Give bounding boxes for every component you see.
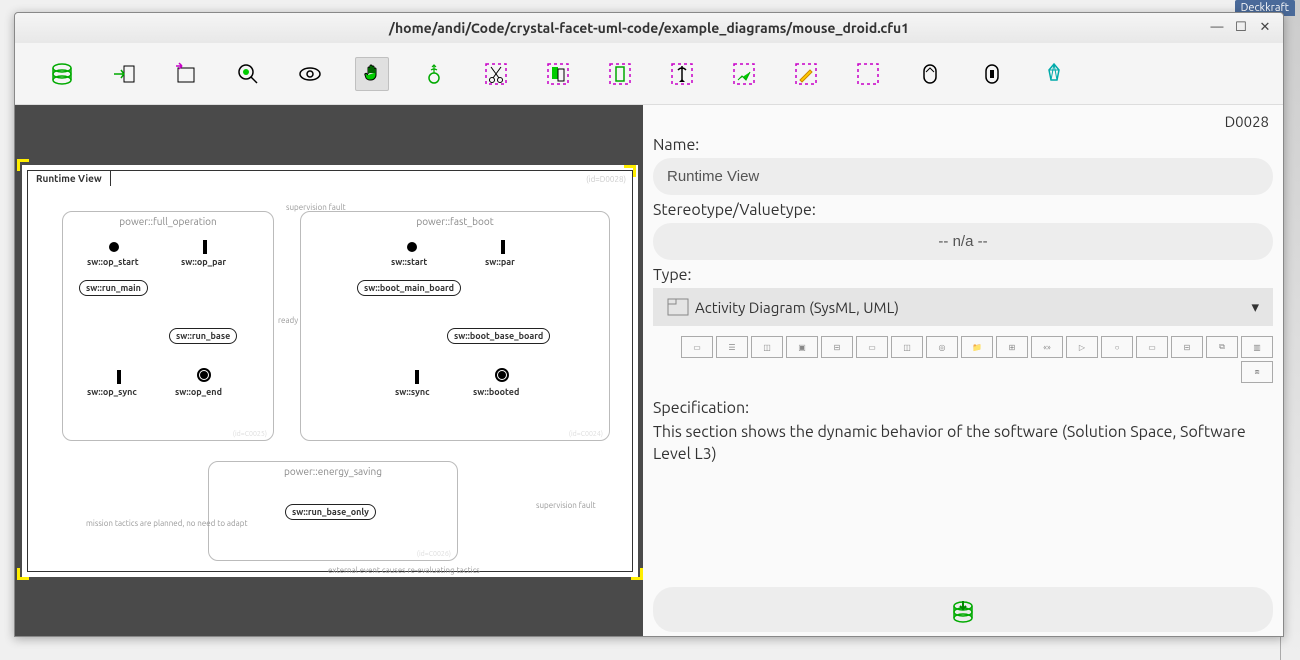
region-title: power::fast_boot	[301, 216, 609, 227]
node-label: sw::booted	[473, 387, 519, 397]
delete-button[interactable]	[665, 57, 699, 91]
diagram-id-label: (id=D0028)	[586, 175, 626, 184]
region-fast-boot[interactable]: power::fast_boot (id=C0024) sw::start sw…	[300, 211, 610, 441]
region-id: (id=C0026)	[417, 550, 451, 558]
fork-node[interactable]	[501, 240, 505, 254]
diagram-type-option[interactable]: ◫	[891, 336, 923, 358]
diagram-type-option[interactable]: 📁	[961, 336, 993, 358]
edge-label: mission tactics are planned, no need to …	[86, 519, 248, 528]
type-select[interactable]: Activity Diagram (SysML, UML) ▾	[653, 288, 1273, 326]
stereotype-label: Stereotype/Valuetype:	[653, 201, 1273, 219]
diagram-type-option[interactable]: «»	[1031, 336, 1063, 358]
type-label: Type:	[653, 266, 1273, 284]
edge-label: ready	[278, 316, 298, 325]
paste-button[interactable]	[603, 57, 637, 91]
node-label: sw::op_end	[175, 387, 222, 397]
new-window-button[interactable]	[169, 57, 203, 91]
type-icon-grid: ▭ ☰ ◫ ▣ ⊟ ▭ ◫ ◎ 📁 ⊞ «» ▷ ○ ▭ ⊟ ⧉ ▥ ⧈	[653, 336, 1273, 383]
edge-label: supervision fault	[536, 501, 596, 510]
diagram-type-option[interactable]: ○	[1101, 336, 1133, 358]
diagram-type-option[interactable]: ▥	[1241, 336, 1273, 358]
name-label: Name:	[653, 136, 1273, 154]
diagram-type-option[interactable]: ▭	[1136, 336, 1168, 358]
diagram-type-option[interactable]: ◫	[751, 336, 783, 358]
initial-node[interactable]	[109, 242, 119, 252]
node-label: sw::par	[485, 257, 515, 267]
diagram-type-option[interactable]: ⊟	[1171, 336, 1203, 358]
node-label: sw::op_par	[181, 257, 226, 267]
action-node[interactable]: sw::run_base	[169, 328, 237, 344]
create-button[interactable]	[417, 57, 451, 91]
action-node[interactable]: sw::boot_main_board	[357, 280, 461, 296]
diagram-type-option[interactable]: ⧈	[1241, 361, 1273, 383]
save-row	[653, 587, 1273, 632]
window-titlebar: /home/andi/Code/crystal-facet-uml-code/e…	[15, 13, 1283, 43]
export-button[interactable]	[107, 57, 141, 91]
diagram-type-option[interactable]: ▷	[1066, 336, 1098, 358]
specification-text[interactable]: This section shows the dynamic behavior …	[653, 421, 1273, 466]
search-button[interactable]	[231, 57, 265, 91]
diagram-canvas[interactable]: Runtime View (id=D0028) supervision faul…	[15, 105, 643, 636]
close-button[interactable]: ✕	[1253, 13, 1277, 41]
stereotype-input[interactable]	[653, 223, 1273, 260]
action-node[interactable]: sw::run_base_only	[285, 504, 376, 520]
save-button[interactable]	[950, 599, 976, 628]
main-toolbar	[15, 43, 1283, 105]
diagram-type-option[interactable]: ▣	[786, 336, 818, 358]
reset-button[interactable]	[851, 57, 885, 91]
properties-panel: D0028 Name: Stereotype/Valuetype: Type: …	[643, 105, 1283, 636]
final-node[interactable]	[495, 368, 509, 382]
node-label: sw::op_start	[87, 257, 139, 267]
database-save-icon	[950, 599, 976, 625]
chevron-down-icon: ▾	[1251, 298, 1259, 316]
minimize-button[interactable]: —	[1205, 13, 1229, 41]
node-label: sw::op_sync	[87, 387, 137, 397]
main-window: /home/andi/Code/crystal-facet-uml-code/e…	[14, 12, 1284, 637]
region-id: (id=C0024)	[569, 430, 603, 438]
type-value: Activity Diagram (SysML, UML)	[695, 299, 899, 316]
maximize-button[interactable]: ☐	[1229, 13, 1253, 41]
region-title: power::energy_saving	[209, 466, 457, 477]
redo-button[interactable]	[975, 57, 1009, 91]
instantiate-button[interactable]	[789, 57, 823, 91]
hand-tool-button[interactable]	[355, 57, 389, 91]
join-node[interactable]	[415, 370, 419, 384]
window-title: /home/andi/Code/crystal-facet-uml-code/e…	[389, 20, 909, 36]
specification-label: Specification:	[653, 399, 1273, 417]
final-node[interactable]	[197, 368, 211, 382]
region-title: power::full_operation	[63, 216, 273, 227]
highlight-button[interactable]	[727, 57, 761, 91]
action-node[interactable]: sw::boot_base_board	[447, 328, 550, 344]
diagram-type-option[interactable]: ▭	[681, 336, 713, 358]
cut-button[interactable]	[479, 57, 513, 91]
diagram-type-option[interactable]: ▭	[856, 336, 888, 358]
fork-node[interactable]	[203, 240, 207, 254]
name-input[interactable]	[653, 158, 1273, 195]
about-button[interactable]	[1037, 57, 1071, 91]
action-node[interactable]: sw::run_main	[79, 280, 148, 296]
diagram-sheet[interactable]: Runtime View (id=D0028) supervision faul…	[22, 165, 638, 577]
diagram-type-option[interactable]: ⊞	[996, 336, 1028, 358]
activity-diagram-icon	[667, 298, 689, 316]
initial-node[interactable]	[407, 242, 417, 252]
element-id-label: D0028	[653, 109, 1273, 130]
node-label: sw::start	[391, 257, 427, 267]
diagram-type-option[interactable]: ☰	[716, 336, 748, 358]
join-node[interactable]	[117, 370, 121, 384]
diagram-title-tab: Runtime View	[27, 170, 111, 186]
edge-label: external event causes re-evaluating tact…	[328, 566, 480, 575]
region-id: (id=C0025)	[233, 430, 267, 438]
diagram-type-option[interactable]: ◎	[926, 336, 958, 358]
undo-button[interactable]	[913, 57, 947, 91]
copy-button[interactable]	[541, 57, 575, 91]
region-full-operation[interactable]: power::full_operation (id=C0025) sw::op_…	[62, 211, 274, 441]
view-button[interactable]	[293, 57, 327, 91]
database-button[interactable]	[45, 57, 79, 91]
region-energy-saving[interactable]: power::energy_saving (id=C0026) sw::run_…	[208, 461, 458, 561]
diagram-type-option[interactable]: ⧉	[1206, 336, 1238, 358]
node-label: sw::sync	[395, 387, 430, 397]
diagram-type-option[interactable]: ⊟	[821, 336, 853, 358]
